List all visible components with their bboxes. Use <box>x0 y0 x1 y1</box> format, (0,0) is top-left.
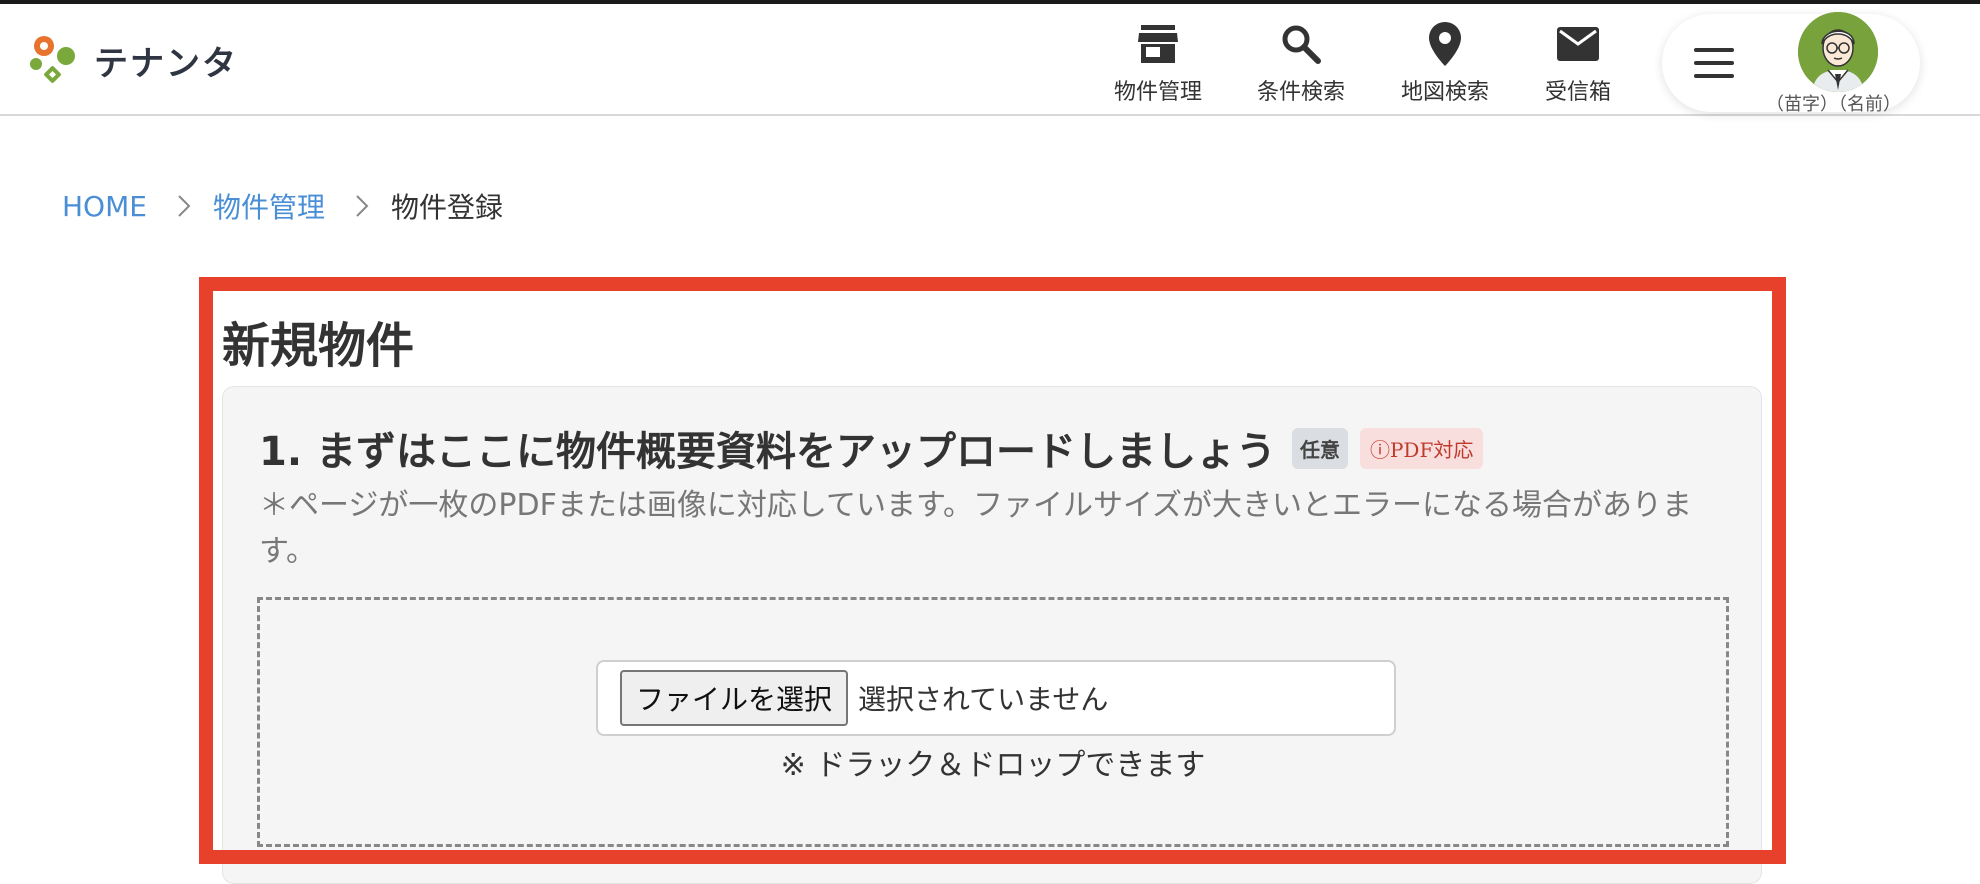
mail-icon <box>1557 18 1599 70</box>
highlight-frame <box>199 277 1786 864</box>
logo-text: テナンタ <box>94 43 238 84</box>
nav-label: 条件検索 <box>1256 80 1345 105</box>
logo-mark-icon <box>30 36 75 83</box>
user-name: （苗字）（名前） <box>1766 94 1901 115</box>
nav-label: 地図検索 <box>1400 80 1489 105</box>
map-pin-icon <box>1429 18 1461 70</box>
avatar[interactable] <box>1798 12 1878 92</box>
chevron-right-icon <box>177 194 191 218</box>
app-header: テナンタ 物件管理 条件検索 地図検索 受信箱 （苗字）（名前） <box>0 4 1980 116</box>
store-icon <box>1138 18 1178 70</box>
hamburger-icon[interactable] <box>1694 48 1734 78</box>
breadcrumb: HOME 物件管理 物件登録 <box>62 186 503 226</box>
search-icon <box>1281 18 1321 70</box>
breadcrumb-current: 物件登録 <box>390 191 503 224</box>
nav-label: 受信箱 <box>1544 80 1611 105</box>
user-menu[interactable]: （苗字）（名前） <box>1662 12 1920 115</box>
breadcrumb-property-management[interactable]: 物件管理 <box>213 186 325 226</box>
nav-item-map-search[interactable]: 地図検索 <box>1385 18 1505 108</box>
nav-item-inbox[interactable]: 受信箱 <box>1518 18 1638 108</box>
nav-item-property-management[interactable]: 物件管理 <box>1098 18 1218 108</box>
nav-item-condition-search[interactable]: 条件検索 <box>1241 18 1361 108</box>
app-logo[interactable]: テナンタ <box>28 32 238 88</box>
breadcrumb-home[interactable]: HOME <box>62 190 147 223</box>
chevron-right-icon <box>355 194 369 218</box>
nav-label: 物件管理 <box>1113 80 1202 105</box>
